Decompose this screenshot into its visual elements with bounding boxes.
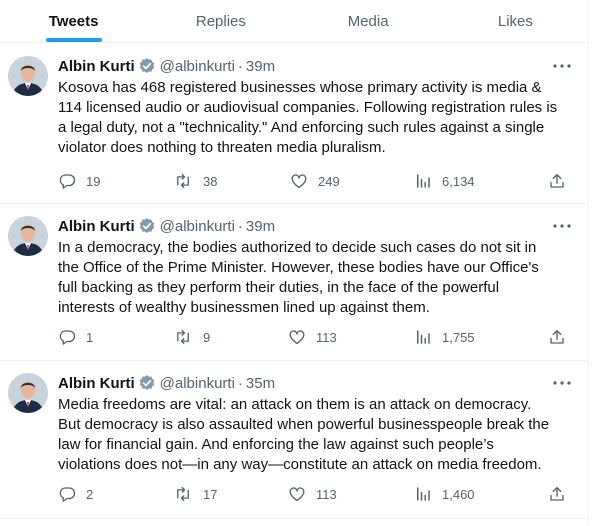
dot-separator: · xyxy=(237,57,243,75)
timestamp[interactable]: 35m xyxy=(246,375,275,392)
tweet[interactable]: Albin Kurti @albinkurti · 35m Media free… xyxy=(0,361,589,519)
reply-icon xyxy=(58,485,76,503)
retweet-button[interactable]: 17 xyxy=(173,484,217,504)
tweet-text: In a democracy, the bodies authorized to… xyxy=(58,239,539,316)
tab-label: Tweets xyxy=(48,12,99,30)
like-button[interactable]: 249 xyxy=(290,171,340,191)
tab-replies[interactable]: Replies xyxy=(147,0,294,42)
profile-tabs: Tweets Replies Media Likes xyxy=(0,0,589,43)
tweet-text: Media freedoms are vital: an attack on t… xyxy=(58,396,550,473)
verified-badge-icon xyxy=(138,217,156,235)
tweet-header: Albin Kurti @albinkurti · 35m xyxy=(58,373,275,393)
verified-badge-icon xyxy=(138,374,156,392)
heart-icon xyxy=(288,328,306,346)
share-button[interactable] xyxy=(548,484,566,504)
avatar[interactable] xyxy=(8,216,48,256)
reply-button[interactable]: 1 xyxy=(58,327,93,347)
avatar[interactable] xyxy=(8,56,48,96)
more-options-icon[interactable] xyxy=(551,56,573,76)
share-icon xyxy=(548,485,566,503)
avatar[interactable] xyxy=(8,373,48,413)
author-name[interactable]: Albin Kurti xyxy=(58,375,135,392)
reply-icon xyxy=(58,172,76,190)
author-handle[interactable]: @albinkurti xyxy=(160,218,235,235)
tweet-text: Kosova has 468 registered businesses who… xyxy=(58,79,558,156)
view-count: 1,460 xyxy=(442,486,475,502)
author-name[interactable]: Albin Kurti xyxy=(58,218,135,235)
timestamp[interactable]: 39m xyxy=(246,218,275,235)
share-button[interactable] xyxy=(548,171,566,191)
tweet-header: Albin Kurti @albinkurti · 39m xyxy=(58,216,275,236)
share-icon xyxy=(548,328,566,346)
tweet[interactable]: Albin Kurti @albinkurti · 39m In a democ… xyxy=(0,204,589,361)
reply-count: 19 xyxy=(86,173,101,189)
retweet-icon xyxy=(173,172,193,190)
analytics-icon xyxy=(414,485,432,503)
tweet-actions: 19 38 249 6,134 xyxy=(58,171,568,191)
tab-likes[interactable]: Likes xyxy=(442,0,589,42)
retweet-count: 9 xyxy=(203,329,211,345)
verified-badge-icon xyxy=(138,57,156,75)
reply-count: 2 xyxy=(86,486,94,502)
like-button[interactable]: 113 xyxy=(288,327,337,347)
view-count: 1,755 xyxy=(442,329,475,345)
tweet-actions: 1 9 113 1,755 xyxy=(58,327,568,347)
reply-button[interactable]: 2 xyxy=(58,484,93,504)
active-tab-indicator xyxy=(45,38,102,42)
reply-button[interactable]: 19 xyxy=(58,171,100,191)
tweet-header: Albin Kurti @albinkurti · 39m xyxy=(58,56,275,76)
like-count: 113 xyxy=(316,486,337,502)
tab-label: Media xyxy=(347,12,389,30)
like-count: 113 xyxy=(316,329,337,345)
dot-separator: · xyxy=(237,217,243,235)
like-count: 249 xyxy=(318,173,340,189)
more-options-icon[interactable] xyxy=(551,373,573,393)
views-button[interactable]: 1,755 xyxy=(414,327,475,347)
retweet-button[interactable]: 38 xyxy=(173,171,217,191)
analytics-icon xyxy=(414,172,432,190)
share-button[interactable] xyxy=(548,327,566,347)
tab-label: Likes xyxy=(497,12,533,30)
view-count: 6,134 xyxy=(442,173,475,189)
tab-tweets[interactable]: Tweets xyxy=(0,0,147,42)
heart-icon xyxy=(288,485,306,503)
dot-separator: · xyxy=(237,374,243,392)
tweet[interactable]: Albin Kurti @albinkurti · 39m Kosova has… xyxy=(0,44,589,204)
retweet-icon xyxy=(173,328,193,346)
tweet-actions: 2 17 113 1,460 xyxy=(58,484,568,504)
more-options-icon[interactable] xyxy=(551,216,573,236)
author-handle[interactable]: @albinkurti xyxy=(160,375,235,392)
heart-icon xyxy=(290,172,308,190)
share-icon xyxy=(548,172,566,190)
tab-media[interactable]: Media xyxy=(295,0,442,42)
reply-count: 1 xyxy=(86,329,94,345)
views-button[interactable]: 1,460 xyxy=(414,484,475,504)
tab-label: Replies xyxy=(195,12,246,30)
retweet-icon xyxy=(173,485,193,503)
analytics-icon xyxy=(414,328,432,346)
like-button[interactable]: 113 xyxy=(288,484,337,504)
author-name[interactable]: Albin Kurti xyxy=(58,58,135,75)
reply-icon xyxy=(58,328,76,346)
timestamp[interactable]: 39m xyxy=(246,58,275,75)
retweet-button[interactable]: 9 xyxy=(173,327,210,347)
retweet-count: 17 xyxy=(203,486,218,502)
views-button[interactable]: 6,134 xyxy=(414,171,475,191)
retweet-count: 38 xyxy=(203,173,218,189)
author-handle[interactable]: @albinkurti xyxy=(160,58,235,75)
